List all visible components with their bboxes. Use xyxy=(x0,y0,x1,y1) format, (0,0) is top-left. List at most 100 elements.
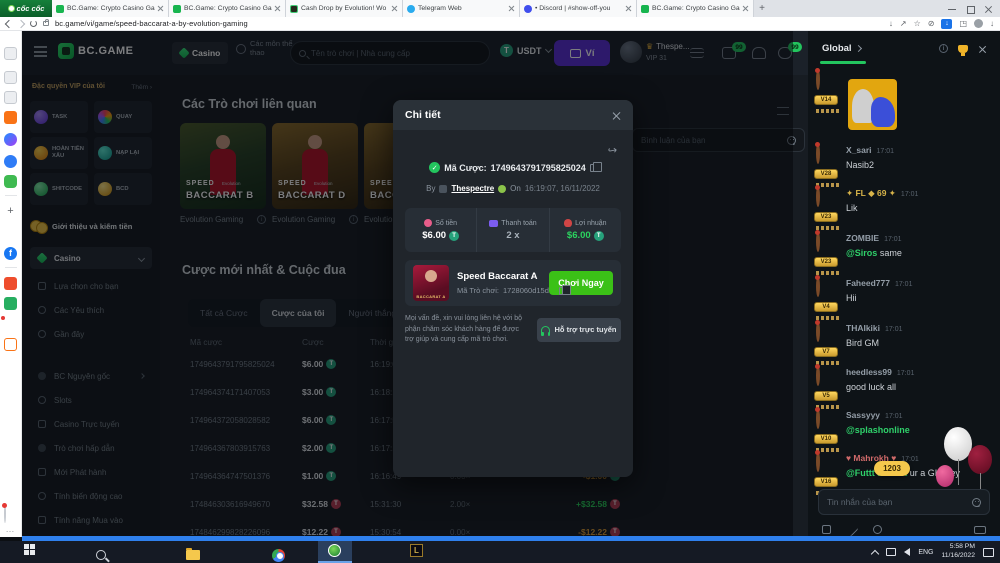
reload-button[interactable] xyxy=(30,20,37,27)
shopee-icon[interactable] xyxy=(4,277,17,290)
tab-close-icon[interactable] xyxy=(274,5,281,12)
chat-rules-icon[interactable]: i xyxy=(939,44,948,53)
chat-message: V28 X_sari17:01 Nasib2 xyxy=(808,143,1000,185)
chrome-icon[interactable] xyxy=(272,549,285,562)
tab-close-icon[interactable] xyxy=(742,5,749,12)
clock[interactable]: 5:58 PM 11/16/2022 xyxy=(941,543,975,561)
save-icon[interactable]: ↓ xyxy=(889,19,893,28)
network-icon[interactable] xyxy=(886,548,896,556)
coccoc-taskbar-icon[interactable] xyxy=(328,544,341,557)
player-name[interactable]: Thespectre xyxy=(451,184,494,193)
chat-room-title[interactable]: Global xyxy=(822,43,852,54)
language-indicator[interactable]: ENG xyxy=(918,549,933,556)
url-text[interactable]: bc.game/vi/game/speed-baccarat-a-by-evol… xyxy=(55,19,248,28)
tab-close-icon[interactable] xyxy=(157,5,164,12)
tab-bcgame-1[interactable]: BC.Game: Crypto Casino Gan xyxy=(52,0,169,17)
downloads-tray-icon[interactable]: ↓ xyxy=(990,19,994,28)
download-active-icon[interactable]: ↓ xyxy=(941,19,952,29)
chat-message: V23 ✦ FL ◆ 69 ✦17:01 Lik xyxy=(808,186,1000,228)
vip-crown-icon[interactable] xyxy=(4,111,17,124)
profile-avatar-icon[interactable] xyxy=(974,19,983,28)
dice-icon[interactable] xyxy=(822,525,831,534)
verified-check-icon: ✓ xyxy=(429,162,440,173)
address-bar: bc.game/vi/game/speed-baccarat-a-by-evol… xyxy=(0,17,1000,31)
emoji-icon[interactable] xyxy=(972,498,981,507)
action-center-icon[interactable] xyxy=(983,548,994,557)
bet-id-row: ✓ Mã Cược: 1749643791795825024 xyxy=(393,162,633,173)
tab-close-icon[interactable] xyxy=(508,5,515,12)
start-button[interactable] xyxy=(24,544,35,555)
copy-icon[interactable] xyxy=(559,287,566,295)
store-icon[interactable] xyxy=(4,297,17,310)
history-icon[interactable] xyxy=(4,71,17,84)
frog-emoji-icon xyxy=(498,185,506,193)
avatar[interactable] xyxy=(816,231,820,252)
maximize-button[interactable] xyxy=(966,5,974,13)
keyboard-icon[interactable] xyxy=(974,526,986,534)
avatar[interactable] xyxy=(816,143,820,164)
tab-telegram[interactable]: Telegram Web xyxy=(403,0,520,17)
system-tray: ENG 5:58 PM 11/16/2022 xyxy=(872,541,994,563)
tab-bcgame-3[interactable]: BC.Game: Crypto Casino Gan xyxy=(637,0,754,17)
card-icon xyxy=(489,220,498,227)
chat-message-input[interactable]: Tin nhắn của bạn xyxy=(818,489,990,515)
cart-icon[interactable] xyxy=(4,338,17,351)
volume-icon[interactable] xyxy=(904,548,910,556)
more-icon[interactable]: … xyxy=(4,523,17,536)
file-explorer-icon[interactable] xyxy=(186,550,200,560)
coccoc-cup-icon xyxy=(8,5,15,12)
avatar[interactable] xyxy=(816,365,820,386)
cashdrop-favicon xyxy=(290,5,298,13)
headphones-icon xyxy=(541,326,550,333)
games-icon[interactable] xyxy=(4,175,17,188)
site-info-icon[interactable] xyxy=(43,21,49,26)
share-icon[interactable]: ↗ xyxy=(900,19,907,28)
share-icon[interactable]: ↪ xyxy=(607,143,618,157)
extension-icon[interactable]: ◳ xyxy=(959,19,967,28)
modal-footer: Mọi vấn đề, xin vui lòng liên hệ với bộ … xyxy=(405,314,621,346)
game-thumbnail[interactable]: BACCARAT A xyxy=(413,265,449,301)
avatar[interactable] xyxy=(816,69,820,90)
bookmark-star-icon[interactable]: ☆ xyxy=(914,19,921,28)
settings-icon[interactable] xyxy=(4,47,17,60)
messenger-icon[interactable] xyxy=(4,133,17,146)
taskbar-search-icon[interactable] xyxy=(96,550,106,560)
tab-close-icon[interactable] xyxy=(625,5,632,12)
avatar[interactable] xyxy=(816,276,820,297)
clover-icon[interactable] xyxy=(873,525,882,534)
window-close-button[interactable] xyxy=(984,5,992,13)
stat-profit: Lợi nhuận $6.00T xyxy=(549,208,621,252)
avatar[interactable] xyxy=(816,186,820,207)
coccoc-app-icon[interactable] xyxy=(4,155,17,168)
hidden-icons-chevron[interactable] xyxy=(871,549,879,557)
close-icon[interactable] xyxy=(612,111,621,120)
chat-close-icon[interactable] xyxy=(978,45,986,53)
add-shortcut-icon[interactable]: + xyxy=(4,205,17,218)
minimize-button[interactable] xyxy=(948,5,956,13)
avatar[interactable] xyxy=(816,321,820,342)
tab-close-icon[interactable] xyxy=(391,5,398,12)
notification-bell-icon[interactable] xyxy=(4,504,6,523)
tab-discord[interactable]: • Discord | #show-off-you xyxy=(520,0,637,17)
copy-icon[interactable] xyxy=(590,164,597,172)
live-support-button[interactable]: Hỗ trợ trực tuyến xyxy=(537,318,621,342)
back-button[interactable] xyxy=(5,19,13,27)
pen-icon[interactable] xyxy=(846,523,859,536)
chat-image[interactable] xyxy=(848,79,897,130)
unread-count-pill[interactable]: 1203 xyxy=(874,461,910,476)
adblock-icon[interactable]: ⊘ xyxy=(928,19,935,28)
avatar[interactable] xyxy=(816,451,820,472)
player-avatar-icon xyxy=(439,185,447,193)
forward-button[interactable] xyxy=(17,19,25,27)
tab-cashdrop[interactable]: Cash Drop by Evolution! Wo xyxy=(286,0,403,17)
facebook-icon[interactable]: f xyxy=(4,247,17,260)
reading-list-icon[interactable] xyxy=(4,91,17,104)
tab-bcgame-2[interactable]: BC.Game: Crypto Casino Gan xyxy=(169,0,286,17)
league-of-legends-icon[interactable]: L xyxy=(410,544,423,557)
vip-badge: V16 xyxy=(814,477,838,487)
coccoc-logo[interactable]: cốc cốc xyxy=(0,0,52,17)
trophy-icon[interactable] xyxy=(958,45,968,53)
vip-badge: V14 xyxy=(814,95,838,105)
avatar[interactable] xyxy=(816,408,820,429)
new-tab-button[interactable]: + xyxy=(754,0,770,17)
